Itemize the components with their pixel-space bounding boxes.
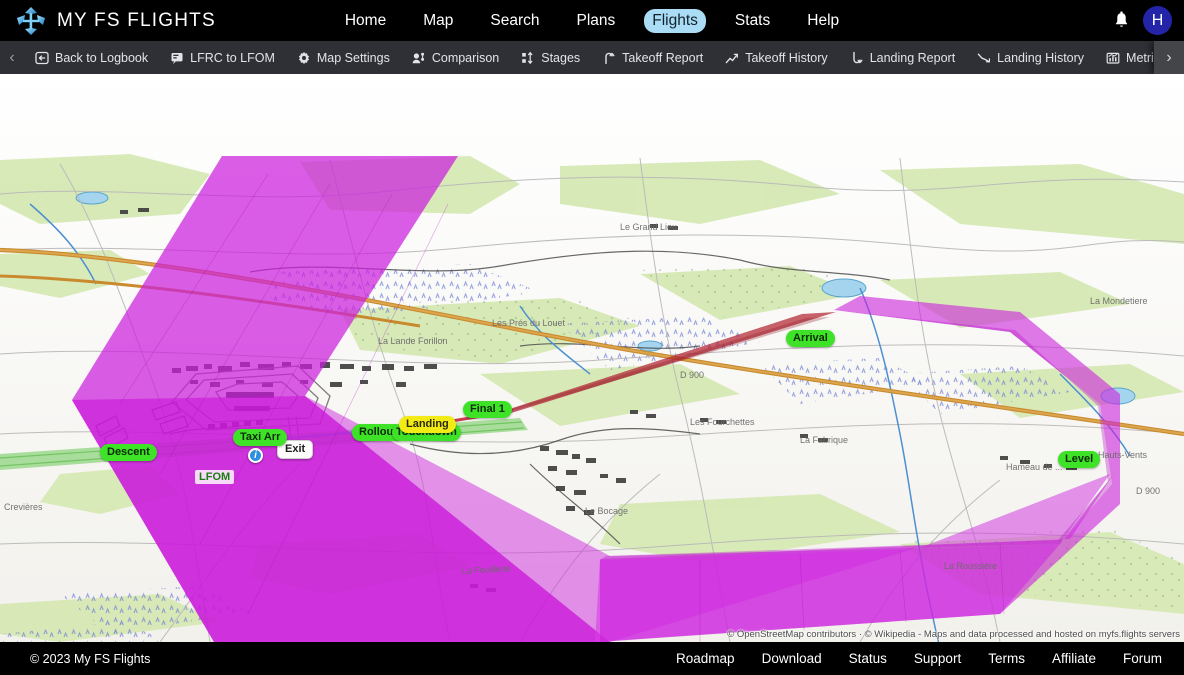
footer-link-forum[interactable]: Forum <box>1123 651 1162 666</box>
toolbar-item-flight-route[interactable]: LFRC to LFOM <box>159 41 286 74</box>
nav-item-plans[interactable]: Plans <box>568 9 623 33</box>
toolbar-item-landing-history[interactable]: Landing History <box>966 41 1095 74</box>
back-arrow-box-icon <box>35 51 49 65</box>
bell-icon[interactable] <box>1113 11 1130 30</box>
info-marker[interactable]: i <box>248 448 263 463</box>
svg-text:Le Bocage: Le Bocage <box>585 506 628 516</box>
flight-map[interactable]: Le Bocage La Fouillerie Le Parc Les Four… <box>0 74 1184 642</box>
map-label-landing[interactable]: Landing <box>399 416 456 434</box>
app-root: MY FS FLIGHTS Home Map Search Plans Flig… <box>0 0 1184 675</box>
nav-item-flights[interactable]: Flights <box>644 8 706 33</box>
map-label-descent[interactable]: Descent <box>100 444 157 462</box>
footer: © 2023 My FS Flights Roadmap Download St… <box>0 642 1184 675</box>
svg-text:Le Grand Lieu: Le Grand Lieu <box>620 222 677 232</box>
avatar-initial: H <box>1151 11 1164 29</box>
svg-text:Hameau de ...: Hameau de ... <box>1006 462 1063 472</box>
toolbar-item-takeoff-report[interactable]: Takeoff Report <box>591 41 714 74</box>
toolbar-label: Takeoff Report <box>622 50 704 65</box>
svg-text:Les Fourchettes: Les Fourchettes <box>690 417 755 427</box>
map-attribution: © OpenStreetMap contributors · © Wikiped… <box>727 629 1180 640</box>
svg-text:La Fabrique: La Fabrique <box>800 435 848 445</box>
toolbar-label: Stages <box>541 50 581 65</box>
landing-chart-icon <box>977 51 991 65</box>
footer-link-status[interactable]: Status <box>849 651 887 666</box>
toolbar-label: Map Settings <box>316 50 390 65</box>
landing-arrow-icon <box>850 51 864 65</box>
map-label-arrival[interactable]: Arrival <box>786 330 835 348</box>
svg-text:D 900: D 900 <box>680 370 704 380</box>
chevron-right-icon[interactable]: › <box>1154 41 1184 74</box>
copyright-text: © 2023 My FS Flights <box>30 651 151 666</box>
nav-item-search[interactable]: Search <box>482 9 547 33</box>
toolbar-label: LFRC to LFOM <box>190 50 275 65</box>
chevron-left-icon[interactable]: ‹ <box>0 41 24 74</box>
svg-text:Crevières: Crevières <box>4 502 43 512</box>
toolbar-item-comparison[interactable]: Comparison <box>401 41 510 74</box>
stages-icon <box>521 51 535 65</box>
svg-text:La Lande Forillon: La Lande Forillon <box>378 336 448 346</box>
nav-item-map[interactable]: Map <box>415 9 461 33</box>
footer-link-roadmap[interactable]: Roadmap <box>676 651 735 666</box>
footer-link-terms[interactable]: Terms <box>988 651 1025 666</box>
footer-link-support[interactable]: Support <box>914 651 961 666</box>
top-navbar: MY FS FLIGHTS Home Map Search Plans Flig… <box>0 0 1184 41</box>
toolbar-item-takeoff-history[interactable]: Takeoff History <box>714 41 838 74</box>
svg-text:Hauts-Vents: Hauts-Vents <box>1098 450 1148 460</box>
nav-right-group: H <box>1113 0 1172 41</box>
toolbar-items: Back to Logbook LFRC to LFOM Map Setting… <box>24 41 1184 74</box>
takeoff-chart-icon <box>725 51 739 65</box>
gear-icon <box>297 51 311 65</box>
svg-text:Les Prés du Louet: Les Prés du Louet <box>492 318 566 328</box>
comparison-icon <box>412 51 426 65</box>
map-label-taxi-arr[interactable]: Taxi Arr <box>233 429 288 447</box>
nav-item-stats[interactable]: Stats <box>727 9 778 33</box>
nav-item-home[interactable]: Home <box>337 9 394 33</box>
map-label-level[interactable]: Level <box>1058 451 1101 469</box>
footer-link-affiliate[interactable]: Affiliate <box>1052 651 1096 666</box>
airport-code-label: LFOM <box>195 470 235 484</box>
map-canvas: Le Bocage La Fouillerie Le Parc Les Four… <box>0 74 1184 642</box>
toolbar-item-stages[interactable]: Stages <box>510 41 591 74</box>
toolbar-label: Back to Logbook <box>55 50 149 65</box>
map-label-final-1[interactable]: Final 1 <box>463 401 512 419</box>
svg-text:La Mondetiere: La Mondetiere <box>1090 296 1148 306</box>
flight-toolbar: ‹ Back to Logbook LFRC to LFOM Map Setti… <box>0 41 1184 74</box>
takeoff-arrow-icon <box>602 51 616 65</box>
svg-text:D 900: D 900 <box>1136 486 1160 496</box>
toolbar-item-landing-report[interactable]: Landing Report <box>839 41 966 74</box>
flight-logo-icon <box>14 4 48 38</box>
svg-text:La Roussière: La Roussière <box>944 561 997 571</box>
toolbar-label: Landing Report <box>869 50 956 65</box>
toolbar-label: Takeoff History <box>745 50 828 65</box>
brand[interactable]: MY FS FLIGHTS <box>0 4 216 38</box>
toolbar-label: Landing History <box>997 50 1085 65</box>
avatar[interactable]: H <box>1143 6 1172 35</box>
toolbar-item-back-to-logbook[interactable]: Back to Logbook <box>24 41 159 74</box>
metrics-chart-icon <box>1106 51 1120 65</box>
footer-link-download[interactable]: Download <box>762 651 822 666</box>
nav-item-help[interactable]: Help <box>799 9 847 33</box>
footer-links: Roadmap Download Status Support Terms Af… <box>676 642 1162 675</box>
toolbar-label: Comparison <box>431 50 500 65</box>
brand-name: MY FS FLIGHTS <box>57 9 216 31</box>
flight-card-icon <box>170 51 184 65</box>
toolbar-item-map-settings[interactable]: Map Settings <box>286 41 401 74</box>
